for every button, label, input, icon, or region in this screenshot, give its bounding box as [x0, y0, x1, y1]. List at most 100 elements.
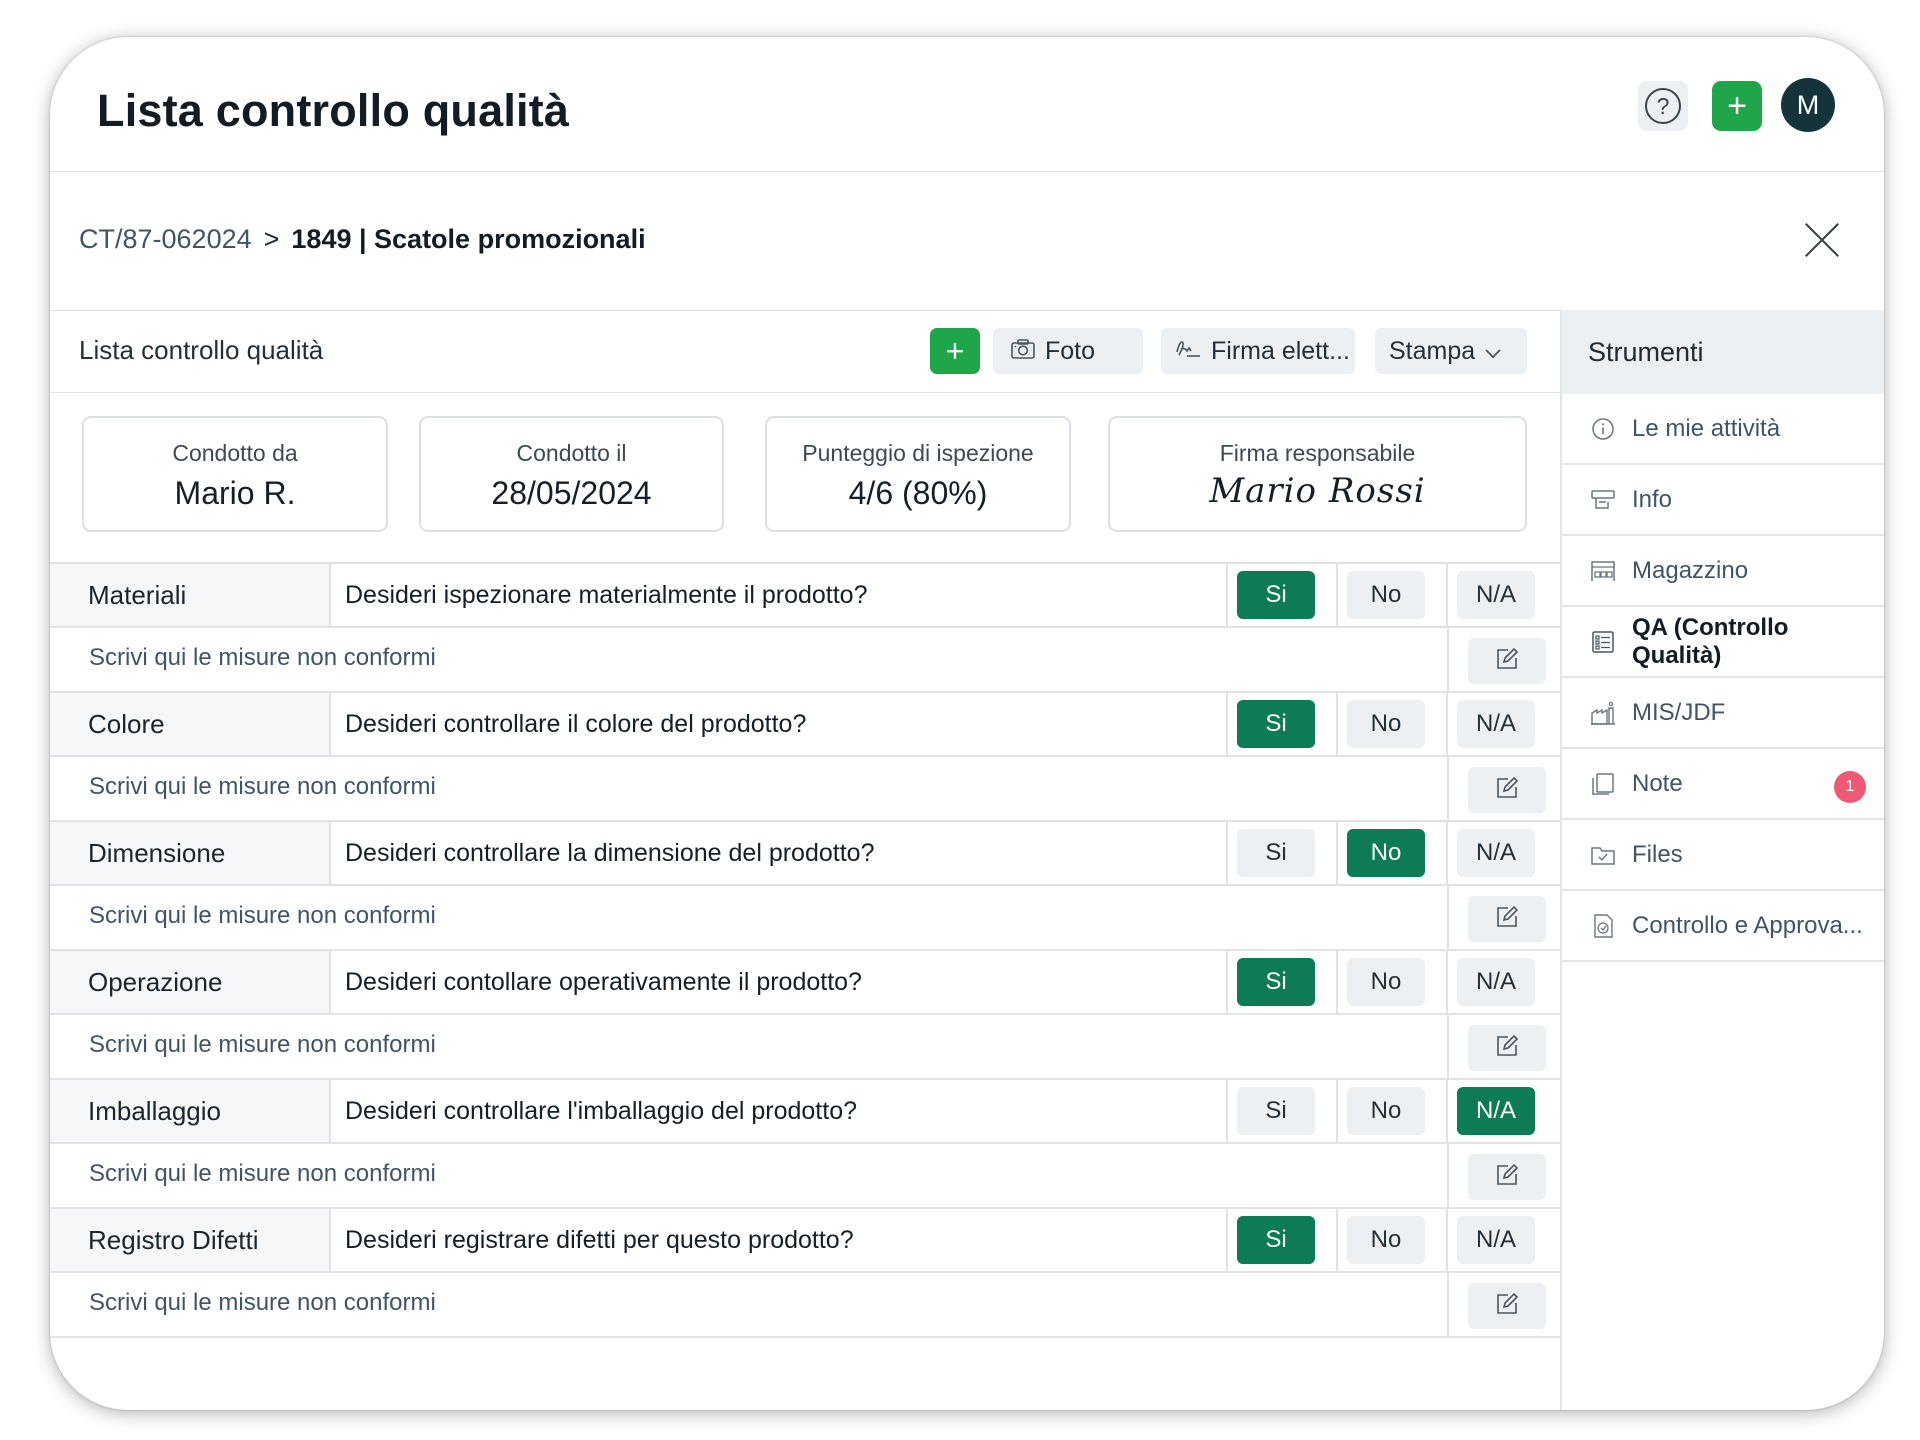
breadcrumb-order-code[interactable]: CT/87-062024 — [79, 224, 252, 255]
option-na-button[interactable]: N/A — [1457, 958, 1535, 1006]
add-button[interactable]: + — [1712, 81, 1762, 131]
checklist-question-row: Operazione Desideri contollare operativam… — [50, 949, 1560, 1013]
nonconformity-note-input[interactable]: Scrivi qui le misure non conformi — [89, 628, 436, 688]
column-divider — [1336, 693, 1338, 755]
checklist-category: Materiali — [50, 564, 331, 626]
option-no-button[interactable]: No — [1347, 1087, 1425, 1135]
edit-icon — [1495, 647, 1519, 676]
column-divider — [1336, 822, 1338, 884]
column-divider — [1226, 951, 1228, 1013]
tools-item-label: Note — [1632, 769, 1683, 797]
edit-note-button[interactable] — [1468, 1154, 1546, 1200]
checklist-question: Desideri controllare la dimensione del p… — [345, 839, 875, 867]
checklist-category: Dimensione — [50, 822, 331, 884]
edit-note-button[interactable] — [1468, 1283, 1546, 1329]
tools-panel: Strumenti Le mie attività Info Magazzino QA… — [1560, 310, 1884, 1410]
nonconformity-note-input[interactable]: Scrivi qui le misure non conformi — [89, 1144, 436, 1204]
checklist-category: Colore — [50, 693, 331, 755]
checklist-note-row: Scrivi qui le misure non conformi — [50, 884, 1560, 949]
nonconformity-note-input[interactable]: Scrivi qui le misure non conformi — [89, 757, 436, 817]
photo-button-label: Foto — [1045, 336, 1096, 365]
option-no-button[interactable]: No — [1347, 958, 1425, 1006]
option-no-button[interactable]: No — [1347, 829, 1425, 877]
notes-count-badge: 1 — [1834, 771, 1866, 803]
section-title: Lista controllo qualità — [79, 335, 324, 365]
add-check-button[interactable]: + — [930, 328, 980, 374]
column-divider — [1447, 1273, 1449, 1336]
tools-item[interactable]: Files — [1562, 820, 1884, 891]
tools-item[interactable]: Magazzino — [1562, 536, 1884, 607]
checklist-question: Desideri controllare il colore del prodo… — [345, 710, 807, 738]
option-si-button[interactable]: Si — [1237, 1087, 1315, 1135]
tools-item[interactable]: MIS/JDF — [1562, 678, 1884, 749]
column-divider — [1336, 1209, 1338, 1271]
tools-item[interactable]: QA (Controllo Qualità) — [1562, 607, 1884, 678]
edit-note-button[interactable] — [1468, 638, 1546, 684]
tools-item[interactable]: Note 1 — [1562, 749, 1884, 820]
checklist-question: Desideri ispezionare materialmente il pr… — [345, 581, 868, 609]
edit-note-button[interactable] — [1468, 767, 1546, 813]
nonconformity-note-input[interactable]: Scrivi qui le misure non conformi — [89, 886, 436, 946]
edit-note-button[interactable] — [1468, 1025, 1546, 1071]
tools-list: Le mie attività Info Magazzino QA (Controll… — [1562, 394, 1884, 962]
approval-icon — [1590, 913, 1616, 939]
avatar[interactable]: M — [1781, 78, 1835, 132]
print-dropdown[interactable]: Stampa — [1375, 328, 1527, 374]
info-card-icon — [1590, 487, 1616, 513]
manager-signature: Mario Rossi — [1209, 471, 1426, 511]
option-si-button[interactable]: Si — [1237, 700, 1315, 748]
header-divider — [50, 171, 1884, 172]
close-icon[interactable] — [1805, 223, 1839, 257]
option-na-button[interactable]: N/A — [1457, 700, 1535, 748]
answer-options: Si No N/A — [1226, 1209, 1560, 1271]
nonconformity-note-input[interactable]: Scrivi qui le misure non conformi — [89, 1015, 436, 1075]
checklist-end-divider — [50, 1336, 1560, 1338]
option-si-button[interactable]: Si — [1237, 1216, 1315, 1264]
camera-icon — [1011, 337, 1035, 366]
tools-item[interactable]: Controllo e Approva... — [1562, 891, 1884, 962]
option-si-button[interactable]: Si — [1237, 958, 1315, 1006]
help-button[interactable]: ? — [1638, 81, 1688, 131]
edit-note-button[interactable] — [1468, 896, 1546, 942]
column-divider — [1447, 1144, 1449, 1207]
option-no-button[interactable]: No — [1347, 571, 1425, 619]
column-divider — [1446, 1080, 1448, 1142]
e-signature-button-label: Firma elett... — [1211, 336, 1350, 365]
breadcrumb: CT/87-062024 > 1849 | Scatole promoziona… — [79, 224, 646, 255]
photo-button[interactable]: Foto — [993, 328, 1143, 374]
inspection-score-value: 4/6 (80%) — [848, 475, 988, 511]
e-signature-button[interactable]: Firma elett... — [1161, 328, 1355, 374]
factory-icon — [1590, 700, 1616, 726]
answer-options: Si No N/A — [1226, 822, 1560, 884]
option-no-button[interactable]: No — [1347, 1216, 1425, 1264]
checklist-note-row: Scrivi qui le misure non conformi — [50, 1013, 1560, 1078]
column-divider — [1446, 693, 1448, 755]
checklist-question-row: Colore Desideri controllare il colore del… — [50, 691, 1560, 755]
nonconformity-note-input[interactable]: Scrivi qui le misure non conformi — [89, 1273, 436, 1333]
breadcrumb-job-title: 1849 | Scatole promozionali — [291, 224, 646, 254]
option-si-button[interactable]: Si — [1237, 829, 1315, 877]
option-no-button[interactable]: No — [1347, 700, 1425, 748]
option-na-button[interactable]: N/A — [1457, 571, 1535, 619]
info-circle-icon — [1590, 416, 1616, 442]
option-na-button[interactable]: N/A — [1457, 1087, 1535, 1135]
app-window: Lista controllo qualità ? + M CT/87-0620… — [50, 37, 1884, 1410]
checklist-note-row: Scrivi qui le misure non conformi — [50, 1142, 1560, 1207]
signature-icon — [1175, 337, 1201, 366]
answer-options: Si No N/A — [1226, 1080, 1560, 1142]
option-na-button[interactable]: N/A — [1457, 829, 1535, 877]
checklist-note-row: Scrivi qui le misure non conformi — [50, 626, 1560, 691]
checklist-category: Registro Difetti — [50, 1209, 331, 1271]
checklist-question-row: Materiali Desideri ispezionare materialme… — [50, 562, 1560, 626]
inspection-score-card: Punteggio di ispezione 4/6 (80%) — [765, 416, 1071, 532]
page-title: Lista controllo qualità — [97, 85, 570, 136]
tools-item[interactable]: Info — [1562, 465, 1884, 536]
column-divider — [1446, 564, 1448, 626]
checklist-question: Desideri controllare l'imballaggio del p… — [345, 1097, 857, 1125]
folder-icon — [1590, 842, 1616, 868]
option-si-button[interactable]: Si — [1237, 571, 1315, 619]
tools-item[interactable]: Le mie attività — [1562, 394, 1884, 465]
checklist-category: Operazione — [50, 951, 331, 1013]
option-na-button[interactable]: N/A — [1457, 1216, 1535, 1264]
checklist-question-row: Dimensione Desideri controllare la dimens… — [50, 820, 1560, 884]
